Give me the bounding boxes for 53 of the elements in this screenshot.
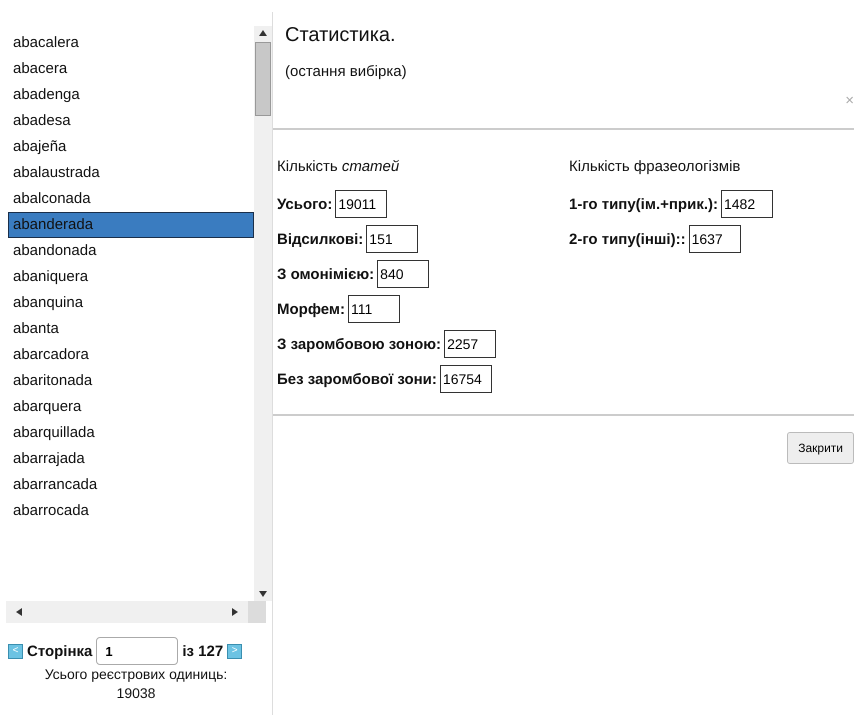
page-label: Сторінка [27,642,92,660]
total-count: 19038 [116,684,156,703]
word-list-item[interactable]: abandonada [8,238,254,264]
stat-value-field[interactable]: 2257 [444,330,496,358]
word-list-item[interactable]: abalconada [8,186,254,212]
word-list-item[interactable]: abalaustrada [8,160,254,186]
stat-label: Усього: [277,196,332,212]
stat-value-field[interactable]: 151 [366,225,418,253]
close-dialog-button[interactable]: Закрити [787,432,854,464]
scroll-down-icon[interactable] [259,590,268,598]
stat-value-field[interactable]: 1637 [688,225,741,253]
word-list-item[interactable]: abaritonada [8,368,254,394]
vertical-scrollbar[interactable] [254,26,272,601]
stat-label: Без заромбової зони: [277,370,437,388]
word-list-item[interactable]: abadenga [8,82,254,108]
stat-label: З омонімією: [277,266,374,282]
word-list-item[interactable]: abarrancada [8,472,254,498]
word-list-item[interactable]: abarrajada [8,446,254,472]
stat-label: З заромбовою зоною: [277,336,442,352]
word-list-item[interactable]: abacalera [8,30,254,56]
section-heading: Кількість фразеологізмів [569,158,742,175]
word-list-item[interactable]: abaniquera [8,264,254,290]
section-heading: Кількість статей [277,158,400,175]
scrollbar-thumb[interactable] [255,42,272,116]
scroll-left-icon[interactable] [15,608,23,616]
word-list-item[interactable]: abarquillada [8,420,254,446]
word-list-item[interactable]: abarrocada [8,498,254,524]
stat-value-field[interactable]: 1482 [720,190,773,218]
stat-value-field[interactable]: 840 [377,260,430,288]
page-field[interactable]: 1 [96,637,178,665]
page-count: із 127 [182,642,224,660]
dialog-title: Статистика. [285,24,397,47]
stat-value-field[interactable]: 16754 [440,365,492,393]
stat-label: Відсилкові: [277,230,364,248]
stat-value-field[interactable]: 19011 [335,190,388,218]
horizontal-scrollbar[interactable] [6,601,248,623]
word-list-item[interactable]: abanta [8,316,254,342]
stat-value-field[interactable]: 111 [348,295,400,323]
dialog-subtitle: (остання вибірка) [285,63,408,80]
scroll-up-icon[interactable] [259,29,268,37]
total-label: Усього реєстрових одиниць: [44,665,228,684]
word-list-item[interactable]: abacera [8,56,254,82]
word-list-item[interactable]: abajeña [8,134,254,160]
stat-label: Морфем: [277,300,345,318]
word-list-item[interactable]: abanderada [8,212,254,238]
scrollbar-corner [248,601,266,623]
word-list-item[interactable]: abadesa [8,108,254,134]
stat-label: 2-го типу(інші):: [569,230,686,248]
scroll-right-icon[interactable] [231,608,239,616]
word-list-item[interactable]: abanquina [8,290,254,316]
word-list-item[interactable]: abarcadora [8,342,254,368]
word-list-item[interactable]: abarquera [8,394,254,420]
stat-label: 1-го типу(ім.+прик.): [569,196,718,212]
